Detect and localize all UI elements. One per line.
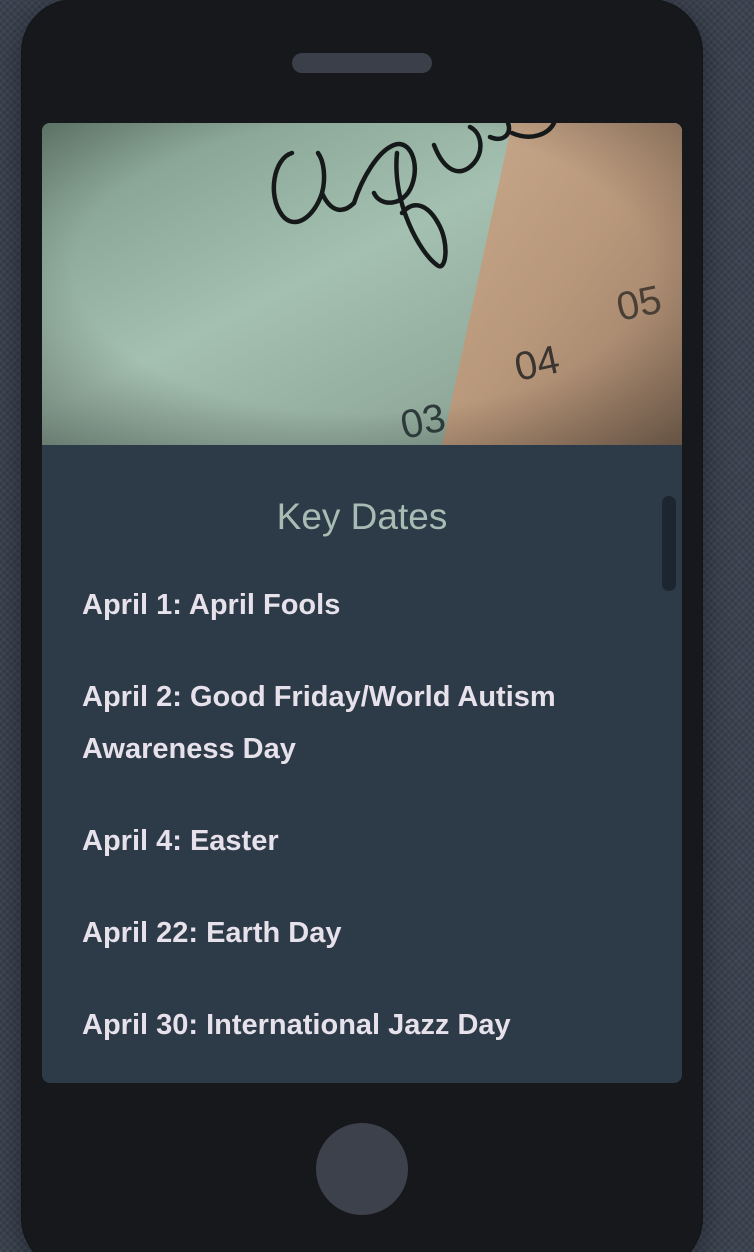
phone-screen: 03 04 05 Key Dates April 1: April Fools …	[42, 123, 682, 1083]
key-dates-title: Key Dates	[276, 496, 448, 537]
key-dates-panel: Key Dates April 1: April Fools April 2: …	[42, 445, 682, 1083]
scrollbar-thumb[interactable]	[662, 496, 676, 591]
key-date-item-april-30: April 30: International Jazz Day	[82, 1009, 511, 1041]
home-button[interactable]	[316, 1123, 408, 1215]
phone-frame: 03 04 05 Key Dates April 1: April Fools …	[22, 0, 702, 1252]
key-date-item-april-4: April 4: Easter	[82, 825, 279, 857]
calendar-number-04: 04	[511, 338, 564, 390]
key-dates-list: April 1: April Fools April 2: Good Frida…	[82, 579, 602, 1083]
key-date-item-april-1: April 1: April Fools	[82, 589, 341, 621]
phone-speaker	[292, 53, 432, 73]
calendar-number-05: 05	[613, 278, 666, 330]
calendar-number-03: 03	[397, 396, 450, 445]
key-date-item-april-2: April 2: Good Friday/World Autism Awaren…	[82, 681, 556, 765]
key-date-item-april-22: April 22: Earth Day	[82, 917, 342, 949]
hero-image: 03 04 05	[42, 123, 682, 445]
calendar-photo-image: 03 04 05	[42, 123, 682, 445]
